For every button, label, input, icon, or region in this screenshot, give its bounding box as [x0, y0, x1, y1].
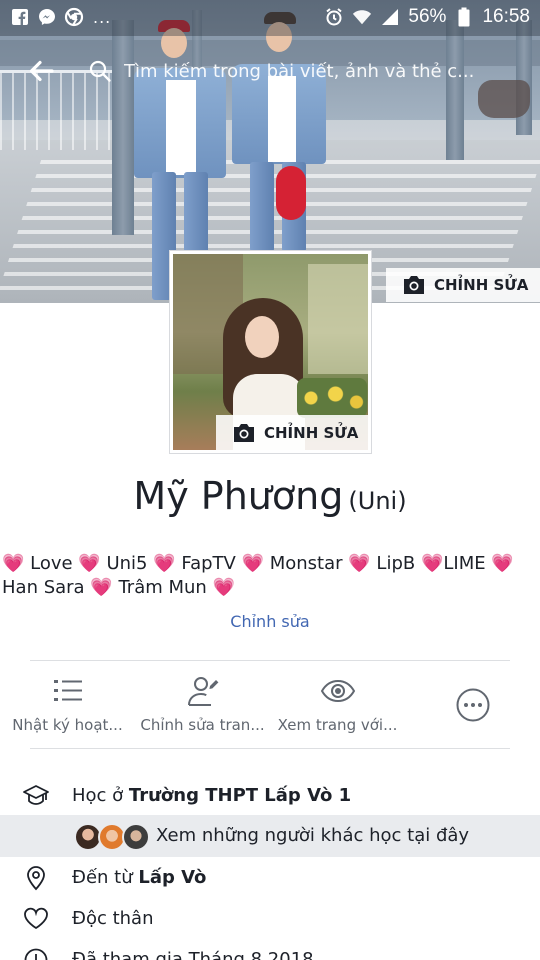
avatar-flowers [297, 378, 367, 418]
edit-profile-icon [186, 674, 220, 708]
back-arrow-icon[interactable] [26, 56, 56, 86]
classmate-avatars [74, 823, 154, 851]
hometown-text: Đến từ Lấp Vò [72, 867, 206, 888]
classmates-label: Xem những người khác học tại đây [156, 825, 470, 846]
divider [30, 748, 510, 749]
heart-outline-icon [23, 906, 49, 932]
search-icon [88, 59, 112, 83]
cover-pillar [446, 20, 464, 160]
bio-item: LipB [370, 553, 421, 574]
messenger-icon [37, 7, 57, 27]
avatar [122, 823, 150, 851]
heart-icon: 💗 [2, 553, 25, 574]
status-bar: ... 56% 16:58 [0, 0, 540, 36]
edit-profile-picture-label: CHỈNH SỬA [264, 423, 359, 442]
graduation-cap-icon [23, 783, 49, 809]
education-text: Học ở Trường THPT Lấp Vò 1 [72, 785, 351, 806]
education-prefix: Học ở [72, 785, 129, 806]
edit-bio-link[interactable]: Chỉnh sửa [0, 612, 540, 631]
education-school-link[interactable]: Trường THPT Lấp Vò 1 [129, 785, 351, 806]
eye-icon [320, 674, 355, 708]
notification-overflow: ... [93, 7, 112, 27]
bio-item: LIME [443, 553, 492, 574]
facebook-icon [10, 7, 30, 27]
hometown-prefix: Đến từ [72, 867, 139, 888]
list-icon [51, 674, 85, 708]
heart-icon: 💗 [153, 553, 176, 574]
bio-line-1: 💗 Love 💗 Uni5 💗 FapTV 💗 Monstar 💗 LipB 💗… [2, 552, 538, 576]
edit-profile-picture-button[interactable]: CHỈNH SỬA [216, 415, 368, 450]
heart-icon: 💗 [348, 553, 371, 574]
edit-cover-button[interactable]: CHỈNH SỬA [386, 268, 540, 302]
battery-percent: 56% [408, 6, 447, 27]
location-pin-icon [23, 865, 49, 891]
clock: 16:58 [482, 6, 530, 27]
alarm-icon [324, 7, 344, 27]
profile-picture-image[interactable]: CHỈNH SỬA [173, 254, 368, 450]
bio-item: Han Sara [2, 577, 91, 598]
joined-row: Đã tham gia Tháng 8 2018 [0, 940, 540, 960]
classmates-row[interactable]: Xem những người khác học tại đây [0, 815, 540, 857]
education-row[interactable]: Học ở Trường THPT Lấp Vò 1 [0, 776, 540, 816]
camera-icon [402, 275, 426, 295]
search-bar[interactable] [88, 56, 528, 86]
activity-log-label: Nhật ký hoạt... [12, 716, 123, 734]
activity-log-button[interactable]: Nhật ký hoạt... [0, 668, 135, 748]
profile-picture[interactable]: CHỈNH SỬA [169, 250, 372, 454]
battery-icon [454, 7, 474, 27]
bio-line-2: Han Sara 💗 Trâm Mun 💗 [2, 576, 538, 600]
avatar-face [245, 316, 279, 358]
wifi-icon [352, 7, 372, 27]
avatar-bg-right [308, 264, 368, 374]
bio-item: Uni5 [100, 553, 154, 574]
hometown-link[interactable]: Lấp Vò [138, 867, 206, 888]
view-as-button[interactable]: Xem trang với... [270, 668, 405, 748]
search-input[interactable] [124, 56, 524, 86]
cover-red-cap [276, 166, 306, 220]
signal-icon [380, 7, 400, 27]
clock-icon [23, 947, 49, 960]
profile-name: Mỹ Phương (Uni) [0, 474, 540, 518]
heart-icon: 💗 [491, 553, 514, 574]
divider [30, 660, 510, 661]
heart-icon: 💗 [241, 553, 264, 574]
edit-profile-button[interactable]: Chỉnh sửa tran... [135, 668, 270, 748]
heart-icon: 💗 [90, 577, 113, 598]
status-bar-left: ... [10, 7, 111, 27]
more-icon [456, 688, 490, 722]
view-as-label: Xem trang với... [277, 716, 398, 734]
more-button[interactable] [405, 668, 540, 748]
heart-icon: 💗 [420, 553, 444, 574]
hometown-row[interactable]: Đến từ Lấp Vò [0, 858, 540, 898]
chrome-icon [64, 7, 84, 27]
bio-item: Love [24, 553, 79, 574]
heart-icon: 💗 [78, 553, 101, 574]
bio-item: FapTV [175, 553, 242, 574]
relationship-row[interactable]: Độc thân [0, 899, 540, 939]
camera-icon [232, 423, 256, 443]
profile-name-main: Mỹ Phương [133, 474, 344, 518]
cover-person-right [228, 12, 328, 257]
bio-item: Trâm Mun [112, 577, 213, 598]
edit-cover-label: CHỈNH SỬA [434, 276, 529, 294]
profile-alternate-name: (Uni) [348, 487, 407, 515]
edit-profile-label: Chỉnh sửa tran... [140, 716, 265, 734]
status-bar-right: 56% 16:58 [324, 6, 530, 28]
relationship-text: Độc thân [72, 908, 154, 929]
profile-bio: 💗 Love 💗 Uni5 💗 FapTV 💗 Monstar 💗 LipB 💗… [0, 552, 540, 600]
joined-text: Đã tham gia Tháng 8 2018 [72, 949, 314, 960]
heart-icon: 💗 [212, 577, 235, 598]
bio-item: Monstar [264, 553, 349, 574]
profile-actions: Nhật ký hoạt... Chỉnh sửa tran... Xem tr… [0, 668, 540, 748]
